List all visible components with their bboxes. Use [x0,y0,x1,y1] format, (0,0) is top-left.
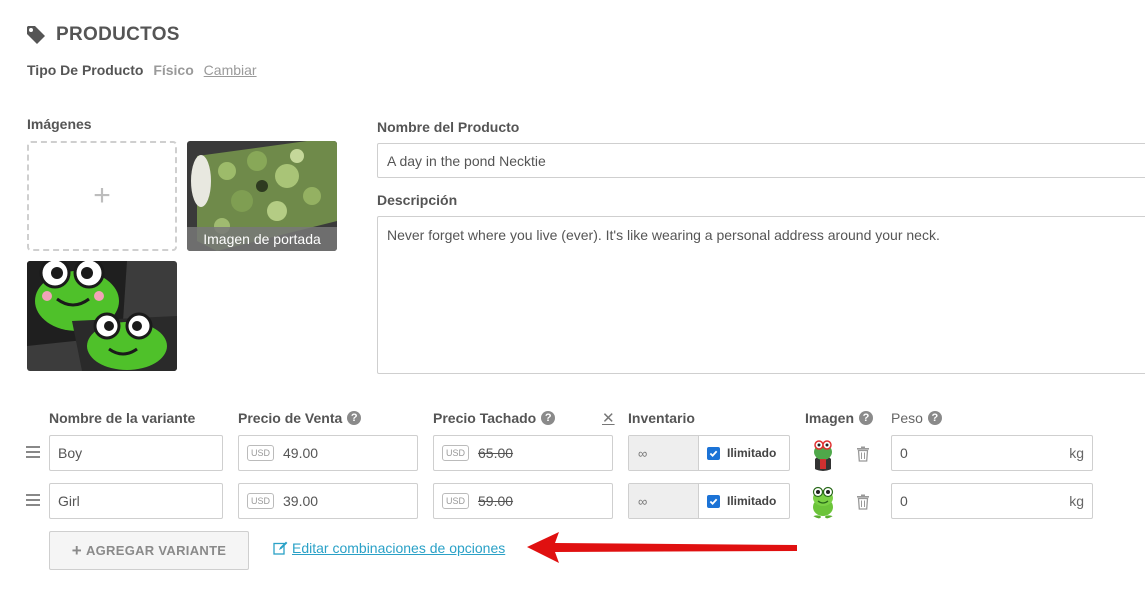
drag-handle-icon[interactable] [26,494,40,509]
variant-name-header-label: Nombre de la variante [49,410,196,426]
currency-badge: USD [247,445,275,461]
trash-icon[interactable] [856,494,870,510]
edit-combinations-link[interactable]: Editar combinaciones de opciones [273,540,505,556]
weight-unit: kg [1069,493,1084,509]
compare-price-input[interactable] [478,445,604,461]
red-arrow-annotation [525,525,800,565]
variant-name-header: Nombre de la variante [49,410,195,426]
help-icon[interactable]: ? [347,411,362,425]
inventory-header: Inventario [628,410,695,426]
unlimited-label[interactable]: Ilimitado [727,494,776,508]
weight-field[interactable]: kg [891,435,1093,471]
weight-header-label: Peso [891,410,923,426]
product-type-value: Físico [153,62,194,78]
price-field[interactable]: USD [238,435,418,471]
product-name-label: Nombre del Producto [377,119,520,135]
unlimited-checkbox[interactable] [707,446,720,460]
variant-name-field[interactable] [49,435,223,471]
weight-unit: kg [1069,445,1084,461]
compare-price-field[interactable]: USD [433,483,613,519]
add-variant-button[interactable]: + AGREGAR VARIANTE [49,531,249,570]
weight-input[interactable] [900,445,1020,461]
variant-image-girl[interactable] [805,483,841,519]
weight-field[interactable]: kg [891,483,1093,519]
page-header: PRODUCTOS [26,24,180,46]
cover-image-label: Imagen de portada [187,227,337,251]
weight-header: Peso ? [891,410,942,426]
compare-price-input[interactable] [478,493,604,509]
change-type-link[interactable]: Cambiar [204,62,257,78]
edit-combinations-label: Editar combinaciones de opciones [292,540,506,556]
currency-badge: USD [442,493,470,509]
unlimited-label[interactable]: Ilimitado [727,446,776,460]
edit-icon [273,541,288,555]
product-type-label: Tipo De Producto [27,62,144,78]
inventory-field: ∞ Ilimitado [628,435,790,471]
trash-icon[interactable] [856,446,870,462]
inventory-field: ∞ Ilimitado [628,483,790,519]
drag-handle-icon[interactable] [26,446,40,461]
help-icon[interactable]: ? [859,411,874,425]
inventory-quantity[interactable]: ∞ [629,436,699,470]
weight-input[interactable] [900,493,1020,509]
plus-icon: + [71,540,82,560]
description-label: Descripción [377,192,458,208]
unlimited-checkbox[interactable] [707,494,720,508]
compare-price-header-label: Precio Tachado [433,410,537,426]
variant-name-input[interactable] [58,445,214,461]
image-header: Imagen ? [805,410,874,426]
image-upload-dropzone[interactable]: + [27,141,177,251]
tag-icon [26,25,46,45]
variant-name-field[interactable] [49,483,223,519]
cover-image-thumbnail[interactable]: Imagen de portada [187,141,337,251]
variant-name-input[interactable] [58,493,214,509]
price-field[interactable]: USD [238,483,418,519]
price-header-label: Precio de Venta [238,410,343,426]
inventory-header-label: Inventario [628,410,695,426]
images-heading: Imágenes [27,116,92,132]
description-textarea[interactable]: Never forget where you live (ever). It's… [377,216,1145,374]
clear-compare-price-icon[interactable]: ✕ [602,409,615,427]
image-header-label: Imagen [805,410,855,426]
help-icon[interactable]: ? [927,411,942,425]
product-name-input[interactable] [377,143,1145,178]
variant-image-boy[interactable] [805,435,841,471]
help-icon[interactable]: ? [541,411,556,425]
currency-badge: USD [247,493,275,509]
inventory-quantity[interactable]: ∞ [629,484,699,518]
plus-icon: + [93,179,111,212]
product-type-row: Tipo De Producto Físico Cambiar [27,62,257,78]
price-input[interactable] [283,493,409,509]
page-title: PRODUCTOS [56,24,180,45]
price-input[interactable] [283,445,409,461]
compare-price-header: Precio Tachado ? [433,410,556,426]
currency-badge: USD [442,445,470,461]
price-header: Precio de Venta ? [238,410,362,426]
compare-price-field[interactable]: USD [433,435,613,471]
frog-image-thumbnail[interactable] [27,261,177,371]
add-variant-label: AGREGAR VARIANTE [85,543,227,558]
